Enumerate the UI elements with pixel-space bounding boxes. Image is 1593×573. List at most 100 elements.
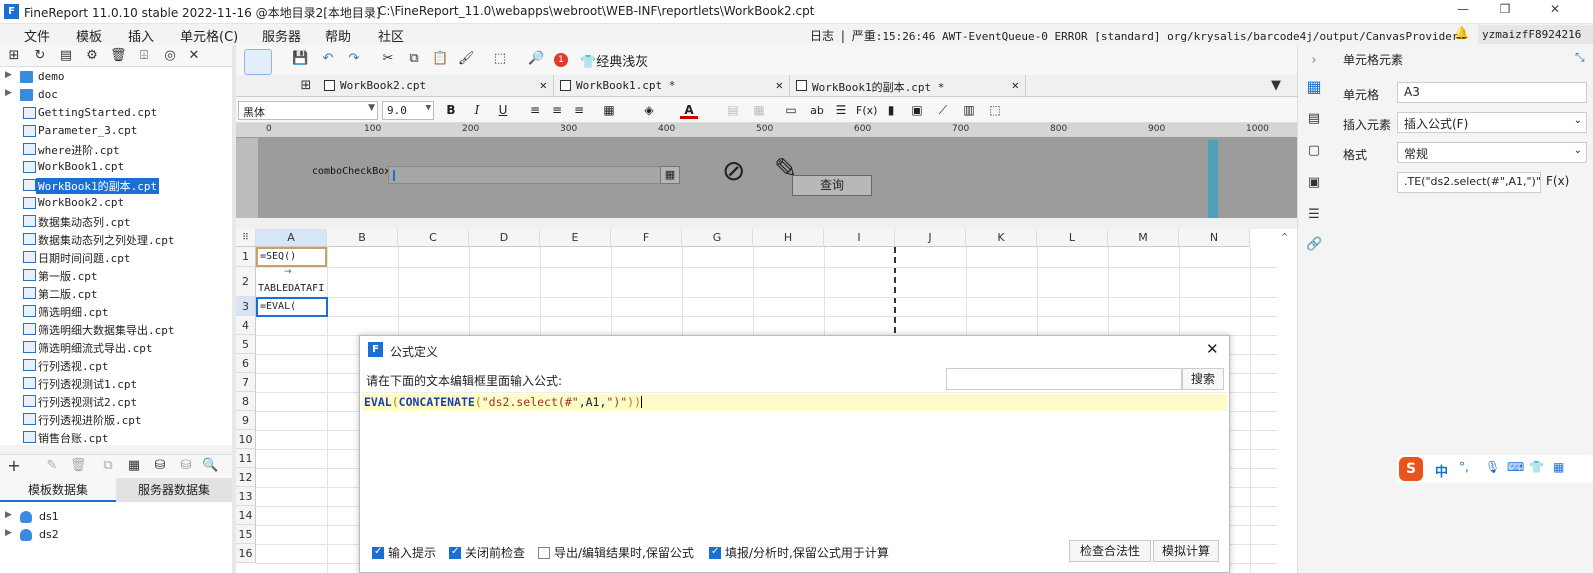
row-2[interactable]: 2 [236,267,256,297]
close-tab-icon[interactable]: ✕ [1012,78,1019,92]
microphone-icon[interactable]: 🎙 [1485,460,1500,474]
check-validity-button[interactable]: 检查合法性 [1069,540,1151,562]
ime-punctuation[interactable]: °, [1459,460,1469,474]
col-f[interactable]: F [611,229,682,247]
tree-file[interactable]: 行列透视测试2.cpt [0,392,232,410]
grid-icon[interactable]: ⊞ [298,78,314,94]
close-window-button[interactable]: ✕ [1540,2,1570,22]
tree-file[interactable]: 数据集动态列之列处理.cpt [0,230,232,248]
slash-icon[interactable]: ⟋ [934,102,952,119]
tree-file[interactable]: 日期时间问题.cpt [0,248,232,266]
tree-file[interactable]: 行列透视进阶版.cpt [0,410,232,428]
col-l[interactable]: L [1037,229,1108,247]
tree-file[interactable]: 筛选明细大数据集导出.cpt [0,320,232,338]
col-j[interactable]: J [895,229,966,247]
unmerge-icon[interactable]: ▦ [750,102,768,119]
close-dialog-button[interactable]: ✕ [1206,340,1219,358]
cut-icon[interactable]: ✂ [380,51,396,67]
row-1[interactable]: 1 [236,247,256,267]
delete-dataset-icon[interactable]: 🗑 [70,458,87,474]
col-e[interactable]: E [540,229,611,247]
col-n[interactable]: N [1179,229,1250,247]
pin-icon[interactable]: ⤡ [1575,50,1585,65]
database-icon[interactable]: ⛁ [152,458,168,474]
tree-file-selected[interactable]: WorkBook1的副本.cpt [0,176,232,194]
col-g[interactable]: G [682,229,753,247]
option-keep-formula-fill[interactable]: 填报/分析时,保留公式用于计算 [709,544,889,561]
corner-cell[interactable]: ⠿ [236,229,256,247]
insert-element-select[interactable]: 插入公式(F) ⌄ [1397,112,1587,133]
formula-button[interactable]: F(x) [1546,174,1569,188]
cell-attribute-icon[interactable]: ▤ [1306,111,1322,127]
row-12[interactable]: 12 [236,468,256,487]
tab-list-icon[interactable]: ▼ [1268,78,1284,94]
theme-button[interactable]: 👕经典浅灰 [580,51,648,70]
chevron-right-icon[interactable]: › [1306,53,1322,69]
option-keep-formula-export[interactable]: 导出/编辑结果时,保留公式 [538,544,694,561]
open-icon[interactable]: ▤ [58,48,74,64]
query-button[interactable]: 查询 [792,175,872,196]
combo-checkbox[interactable] [388,166,678,184]
option-input-hint[interactable]: 输入提示 [372,544,436,561]
close-tab-icon[interactable]: ✕ [540,78,547,92]
row-10[interactable]: 10 [236,430,256,449]
row-11[interactable]: 11 [236,449,256,468]
align-center-icon[interactable]: ≡ [548,102,566,119]
server-database-icon[interactable]: ⛁ [178,458,194,474]
tree-file[interactable]: 第一版.cpt [0,266,232,284]
keyboard-icon[interactable]: ⌨ [1507,460,1524,474]
tree-file[interactable]: WorkBook1.cpt [0,158,232,176]
copy-icon[interactable]: ⧉ [406,51,422,67]
menu-server[interactable]: 服务器 [262,26,301,45]
row-5[interactable]: 5 [236,335,256,354]
fill-color-icon[interactable]: ◈ [640,102,658,119]
merge-icon[interactable]: ▤ [724,102,742,119]
preview-icon[interactable]: ▦ [126,458,142,474]
tree-file[interactable]: 第二版.cpt [0,284,232,302]
maximize-button[interactable]: ❐ [1490,2,1520,22]
col-a[interactable]: A [256,229,327,247]
row-14[interactable]: 14 [236,506,256,525]
checkbox-unchecked[interactable] [538,547,550,559]
tree-file[interactable]: 筛选明细流式导出.cpt [0,338,232,356]
menu-cell[interactable]: 单元格(C) [180,26,238,45]
chevron-up-icon[interactable]: ⌃ [1280,231,1289,244]
search-button[interactable]: 搜索 [1182,368,1224,390]
pane-divider[interactable] [236,218,1297,229]
calendar-icon[interactable]: ▦ [660,166,680,184]
ime-mode[interactable]: 中 [1435,461,1448,480]
parameter-pane[interactable]: comboCheckBox ▦ ⊘ ✎ 查询 [236,138,1297,218]
image-icon[interactable]: ▣ [908,102,926,119]
italic-icon[interactable]: I [468,102,486,119]
widget-icon[interactable]: ▣ [1306,175,1322,191]
col-b[interactable]: B [327,229,398,247]
user-account[interactable]: yzmaizfF8924216 [1478,25,1593,44]
cell-a1[interactable]: =SEQ() [256,247,327,267]
undo-icon[interactable]: ↶ [320,51,336,67]
cell-a3[interactable]: =EVAL( [256,297,328,317]
search-replace-icon[interactable]: 🔎 [528,51,544,67]
checkbox-checked[interactable] [372,546,384,559]
formula-editor[interactable]: EVAL(CONCATENATE("ds2.select(#",A1,")")) [362,392,1227,536]
row-3[interactable]: 3 [236,297,256,316]
notification-badge[interactable]: 1 [554,53,568,67]
col-m[interactable]: M [1108,229,1179,247]
checkbox-checked[interactable] [449,546,461,559]
log-line[interactable]: 日志 | 严重:15:26:46 AWT-EventQueue-0 ERROR … [810,27,1459,44]
menu-community[interactable]: 社区 [378,26,404,45]
font-size-select[interactable]: 9.0 ▼ [382,101,434,120]
row-9[interactable]: 9 [236,411,256,430]
align-left-icon[interactable]: ≡ [526,102,544,119]
option-check-on-close[interactable]: 关闭前检查 [449,544,525,561]
locate-icon[interactable]: ◎ [162,48,178,64]
row-4[interactable]: 4 [236,316,256,335]
hidden-eye-icon[interactable]: ⊘ [722,154,745,187]
cell-input[interactable]: A3 [1397,82,1587,103]
tab-workbook1-copy[interactable]: WorkBook1的副本.cpt * ✕ [790,75,1026,97]
tree-scroll-area[interactable] [0,445,232,454]
minimize-button[interactable]: — [1448,2,1478,22]
format-painter-icon[interactable]: 🖌 [458,51,475,67]
copy-icon[interactable]: ⧉ [100,458,116,474]
new-folder-icon[interactable]: ⊞ [6,48,22,64]
row-6[interactable]: 6 [236,354,256,373]
